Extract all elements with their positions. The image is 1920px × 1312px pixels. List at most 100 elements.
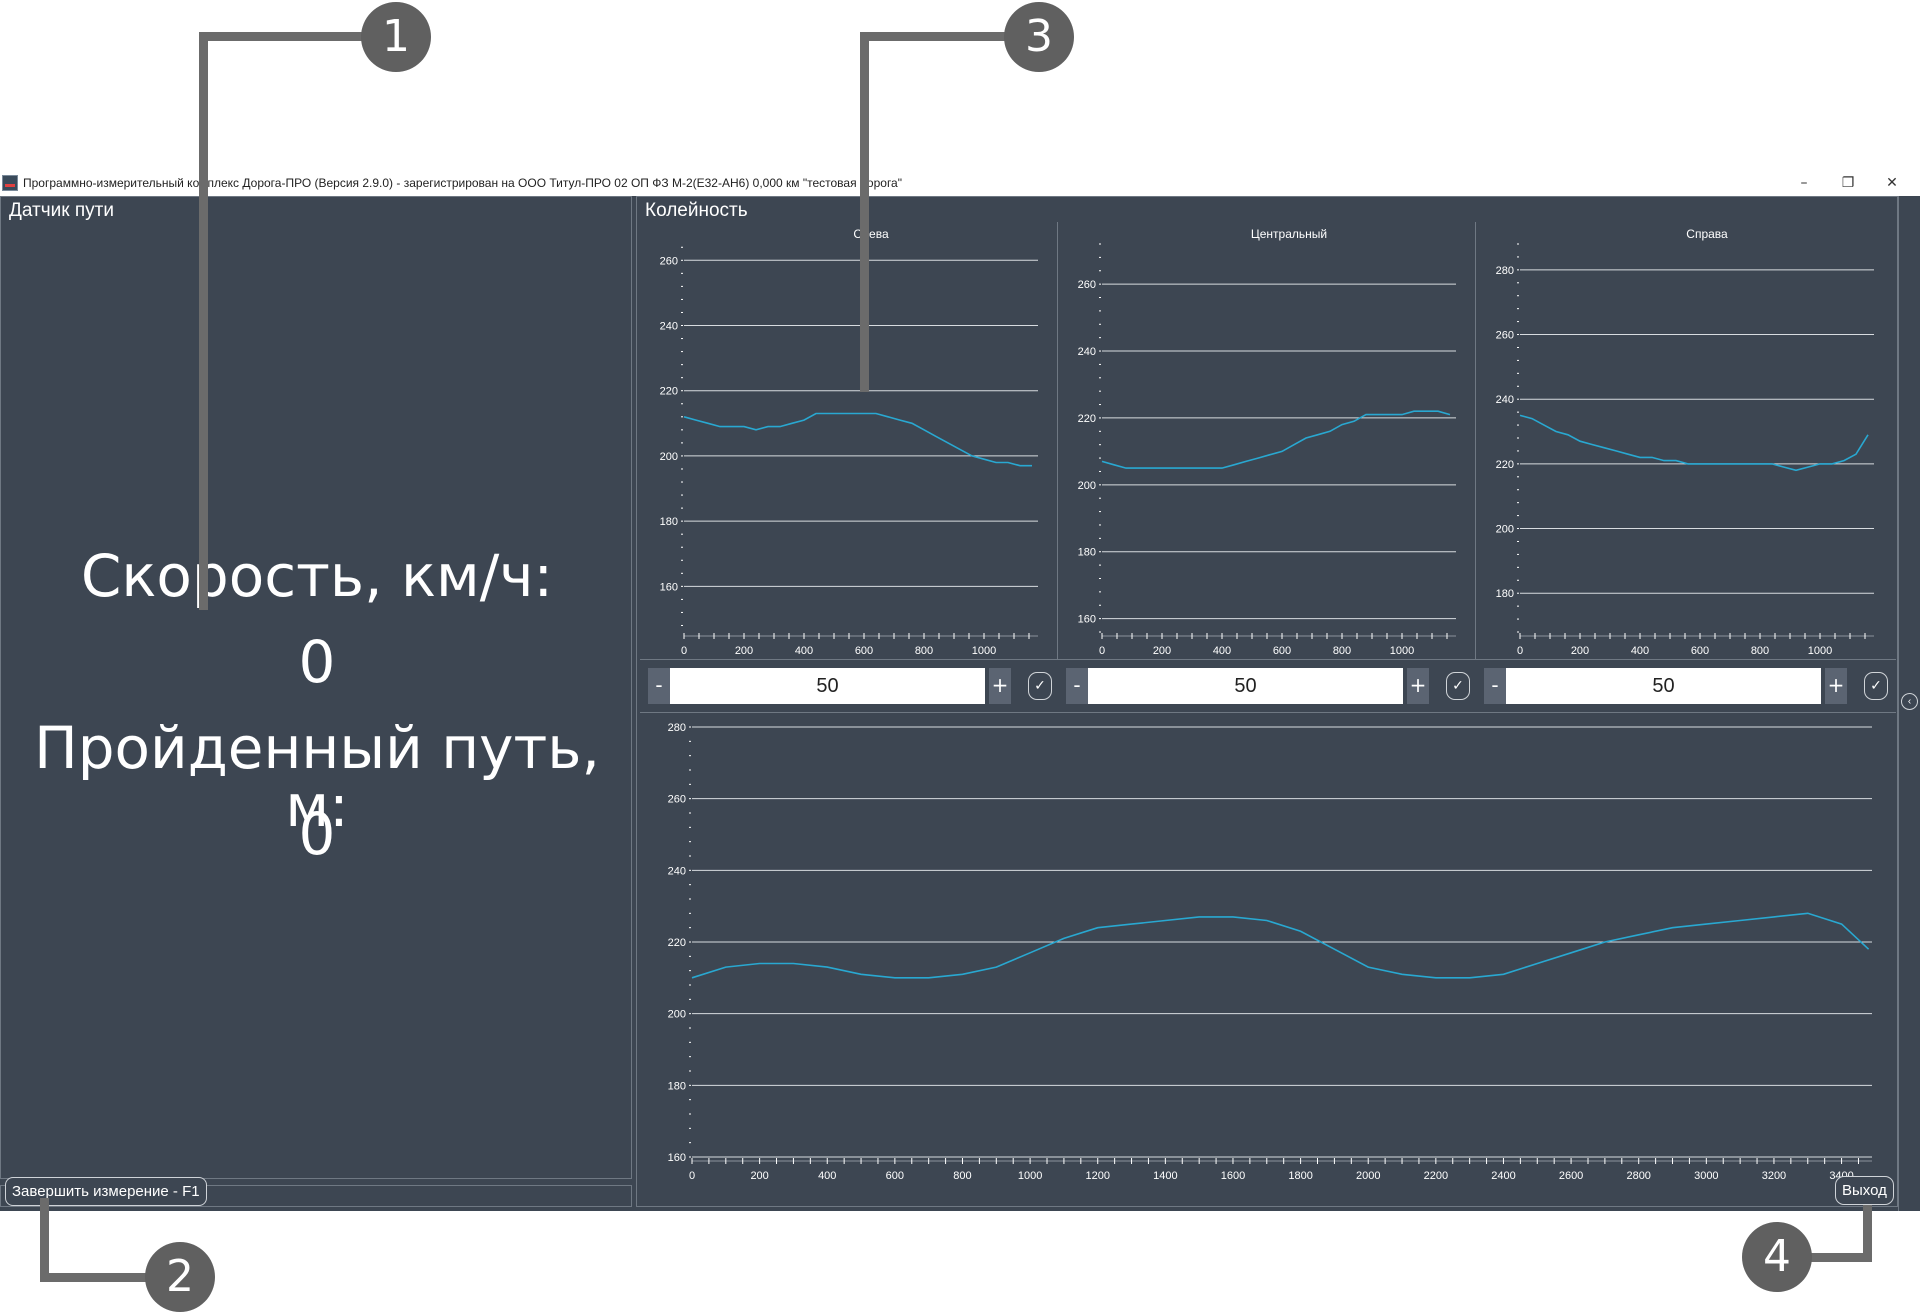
x-tick-label: 200: [1153, 645, 1171, 657]
stepper-left-plus-button[interactable]: +: [989, 668, 1011, 704]
x-tick-label: 2200: [1424, 1170, 1448, 1182]
stepper-left-input[interactable]: [670, 668, 985, 704]
y-tick-label: 280: [1496, 265, 1514, 277]
x-tick-label: 800: [1333, 645, 1351, 657]
stepper-right-confirm-icon[interactable]: ✓: [1864, 672, 1888, 700]
y-tick-label: 220: [668, 937, 686, 949]
callout-3: 3: [1004, 2, 1074, 72]
title-bar: Программно-измерительный комплекс Дорога…: [0, 170, 1920, 197]
exit-button[interactable]: Выход: [1835, 1176, 1894, 1205]
x-tick-label: 3200: [1762, 1170, 1786, 1182]
speed-label: Скорость, км/ч:: [80, 542, 554, 610]
y-tick-label: 180: [1078, 547, 1096, 559]
x-tick-label: 1800: [1288, 1170, 1312, 1182]
y-tick-label: 160: [668, 1152, 686, 1164]
y-tick-label: 220: [1496, 459, 1514, 471]
chart-center: Центральный 160 180 200 220 240 260 0 200 400 600 8…: [1078, 227, 1456, 657]
stepper-left-confirm-icon[interactable]: ✓: [1028, 672, 1052, 700]
chart-title: Слева: [853, 227, 889, 241]
panel-title-distance-sensor: Датчик пути: [9, 200, 114, 221]
x-tick-label: 1600: [1221, 1170, 1245, 1182]
x-tick-label: 0: [689, 1170, 695, 1182]
x-tick-label: 600: [1273, 645, 1291, 657]
chart-right: Справа 180 200 220 240 260 280 0 200 400 600 800 100…: [1496, 227, 1874, 657]
x-tick-label: 800: [915, 645, 933, 657]
y-tick-label: 220: [1078, 413, 1096, 425]
series-line: [683, 412, 1032, 467]
chart-title: Справа: [1686, 227, 1728, 241]
finish-measurement-button[interactable]: Завершить измерение - F1: [5, 1177, 207, 1206]
callout-4: 4: [1742, 1222, 1812, 1292]
y-tick-label: 180: [1496, 588, 1514, 600]
minimize-button[interactable]: –: [1782, 170, 1826, 197]
window-title: Программно-измерительный комплекс Дорога…: [23, 176, 902, 190]
x-tick-label: 200: [750, 1170, 768, 1182]
chart-separator: [640, 659, 1896, 660]
x-tick-label: 0: [681, 645, 687, 657]
x-tick-label: 200: [735, 645, 753, 657]
y-tick-label: 200: [668, 1009, 686, 1021]
x-tick-label: 600: [1691, 645, 1709, 657]
callout-1: 1: [361, 2, 431, 72]
chart-left: Слева 160 180 200 220 240 260 0 200 400 600 800 1000: [660, 227, 1038, 657]
x-tick-label: 0: [1517, 645, 1523, 657]
x-tick-label: 2800: [1626, 1170, 1650, 1182]
chart-combined: 1601802002202402602800 200 400 600 800 1000 12…: [668, 722, 1872, 1182]
collapse-panel-icon[interactable]: ‹: [1901, 693, 1918, 710]
y-tick-label: 280: [668, 722, 686, 734]
y-tick-label: 180: [660, 516, 678, 528]
y-tick-label: 240: [668, 865, 686, 877]
stepper-left-minus-button[interactable]: -: [648, 668, 670, 704]
x-tick-label: 400: [818, 1170, 836, 1182]
series-line: [1101, 410, 1451, 469]
x-tick-label: 3000: [1694, 1170, 1718, 1182]
x-tick-label: 800: [953, 1170, 971, 1182]
y-tick-label: 160: [660, 581, 678, 593]
y-tick-label: 240: [660, 321, 678, 333]
y-tick-label: 260: [660, 255, 678, 267]
x-tick-label: 1200: [1085, 1170, 1109, 1182]
stepper-center-minus-button[interactable]: -: [1066, 668, 1088, 704]
y-tick-label: 260: [668, 794, 686, 806]
close-button[interactable]: ✕: [1870, 170, 1914, 197]
x-tick-label: 1000: [1018, 1170, 1042, 1182]
restore-button[interactable]: ❐: [1826, 170, 1870, 197]
stepper-center-plus-button[interactable]: +: [1407, 668, 1429, 704]
series-line: [1519, 414, 1869, 472]
x-tick-label: 1400: [1153, 1170, 1177, 1182]
stepper-right-plus-button[interactable]: +: [1825, 668, 1847, 704]
speed-value: 0: [298, 628, 336, 696]
panel-title-rutting: Колейность: [645, 200, 748, 221]
y-tick-label: 220: [660, 386, 678, 398]
y-tick-label: 260: [1078, 279, 1096, 291]
chart-title: Центральный: [1251, 227, 1327, 241]
app-icon: [2, 175, 18, 191]
callout-3-line: [860, 32, 869, 392]
x-tick-label: 0: [1099, 645, 1105, 657]
x-tick-label: 200: [1571, 645, 1589, 657]
callout-1-line: [199, 32, 208, 610]
x-tick-label: 600: [886, 1170, 904, 1182]
app-body: Датчик пути Скорость, км/ч: 0 Пройденный…: [0, 196, 1920, 1211]
x-tick-label: 400: [795, 645, 813, 657]
series-line: [691, 912, 1870, 979]
x-tick-label: 400: [1631, 645, 1649, 657]
distance-value: 0: [298, 800, 336, 868]
callout-2: 2: [145, 1242, 215, 1312]
stepper-center-input[interactable]: [1088, 668, 1403, 704]
y-tick-label: 260: [1496, 330, 1514, 342]
x-tick-label: 1000: [1808, 645, 1832, 657]
stepper-center-confirm-icon[interactable]: ✓: [1446, 672, 1470, 700]
y-tick-label: 200: [1078, 480, 1096, 492]
x-tick-label: 1000: [1390, 645, 1414, 657]
x-tick-label: 1000: [972, 645, 996, 657]
x-tick-label: 600: [855, 645, 873, 657]
stepper-right-minus-button[interactable]: -: [1484, 668, 1506, 704]
x-tick-label: 400: [1213, 645, 1231, 657]
x-tick-label: 800: [1751, 645, 1769, 657]
distance-sensor-panel: Датчик пути Скорость, км/ч: 0 Пройденный…: [0, 196, 632, 1179]
stepper-right-input[interactable]: [1506, 668, 1821, 704]
y-tick-label: 240: [1496, 394, 1514, 406]
y-tick-label: 200: [1496, 524, 1514, 536]
x-tick-label: 2000: [1356, 1170, 1380, 1182]
